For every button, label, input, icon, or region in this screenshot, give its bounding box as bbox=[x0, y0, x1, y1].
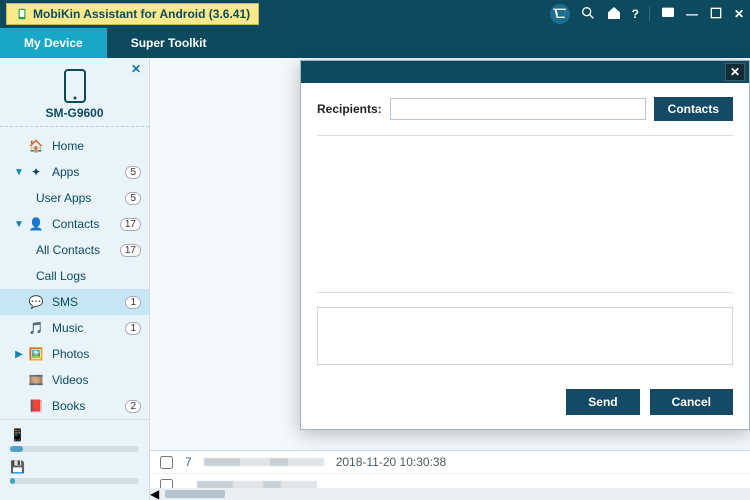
sidebar-item-label: Contacts bbox=[52, 217, 120, 231]
sidebar-item-contacts[interactable]: ▼ 👤 Contacts 17 bbox=[0, 211, 149, 237]
tab-super-toolkit[interactable]: Super Toolkit bbox=[107, 28, 231, 58]
sidebar-item-user-apps[interactable]: User Apps 5 bbox=[0, 185, 149, 211]
books-icon: 📕 bbox=[26, 399, 46, 413]
cancel-button[interactable]: Cancel bbox=[650, 389, 733, 415]
titlebar-separator bbox=[649, 7, 650, 21]
scroll-left-icon[interactable]: ◀ bbox=[150, 487, 159, 500]
videos-icon: 🎞️ bbox=[26, 373, 46, 387]
cart-icon[interactable] bbox=[550, 4, 570, 24]
content-pane: Connect via WIFI 🔍 11-26 17:20:02 [1] ✕ bbox=[150, 58, 750, 500]
sidebar-item-music[interactable]: 🎵 Music 1 bbox=[0, 315, 149, 341]
sidebar-item-label: Videos bbox=[52, 373, 141, 387]
sms-icon: 💬 bbox=[26, 295, 46, 309]
home-top-icon[interactable] bbox=[606, 5, 622, 24]
sidebar-item-label: SMS bbox=[52, 295, 125, 309]
count-badge: 5 bbox=[125, 166, 141, 179]
app-title: MobiKin Assistant for Android (3.6.41) bbox=[33, 7, 250, 21]
sidebar-item-books[interactable]: 📕 Books 2 bbox=[0, 393, 149, 419]
main-area: ✕ SM-G9600 🏠 Home ▼ ✦ Apps 5 User Apps 5… bbox=[0, 58, 750, 500]
sidebar-item-call-logs[interactable]: Call Logs bbox=[0, 263, 149, 289]
row-checkbox[interactable] bbox=[160, 456, 173, 469]
device-close-icon[interactable]: ✕ bbox=[131, 62, 141, 76]
storage-bar-sd bbox=[10, 478, 139, 484]
recipients-input[interactable] bbox=[390, 98, 646, 120]
contacts-button[interactable]: Contacts bbox=[654, 97, 733, 121]
help-icon[interactable]: ? bbox=[632, 7, 639, 21]
sd-storage-icon: 💾 bbox=[10, 460, 25, 474]
dialog-footer: Send Cancel bbox=[301, 379, 749, 429]
titlebar: MobiKin Assistant for Android (3.6.41) ?… bbox=[0, 0, 750, 28]
row-index: 7 bbox=[185, 455, 192, 469]
recipients-label: Recipients: bbox=[317, 102, 382, 116]
sidebar-item-label: Call Logs bbox=[36, 269, 141, 283]
storage-bar-internal bbox=[10, 446, 139, 452]
sidebar-item-home[interactable]: 🏠 Home bbox=[0, 133, 149, 159]
count-badge: 17 bbox=[120, 244, 141, 257]
sidebar-item-label: Music bbox=[52, 321, 125, 335]
chevron-down-icon: ▼ bbox=[14, 219, 24, 230]
maximize-icon[interactable] bbox=[708, 5, 724, 24]
minimize-icon[interactable]: — bbox=[686, 7, 698, 21]
contacts-icon: 👤 bbox=[26, 217, 46, 231]
divider bbox=[317, 292, 733, 293]
titlebar-controls: ? — ✕ bbox=[550, 4, 744, 24]
row-timestamp: 2018-11-20 10:30:38 bbox=[336, 455, 447, 469]
feedback-icon[interactable] bbox=[660, 5, 676, 24]
scrollbar-thumb[interactable] bbox=[165, 490, 225, 498]
sidebar-item-photos[interactable]: ▶ 🖼️ Photos bbox=[0, 341, 149, 367]
search-top-icon[interactable] bbox=[580, 5, 596, 24]
horizontal-scrollbar[interactable]: ◀ bbox=[150, 488, 750, 500]
new-sms-dialog: ✕ Recipients: Contacts Send Cancel bbox=[300, 60, 750, 430]
divider bbox=[317, 135, 733, 136]
app-logo-icon bbox=[15, 7, 29, 21]
sidebar-item-sms[interactable]: 💬 SMS 1 bbox=[0, 289, 149, 315]
sidebar: ✕ SM-G9600 🏠 Home ▼ ✦ Apps 5 User Apps 5… bbox=[0, 58, 150, 500]
close-app-icon[interactable]: ✕ bbox=[734, 7, 744, 21]
sidebar-item-all-contacts[interactable]: All Contacts 17 bbox=[0, 237, 149, 263]
sidebar-item-videos[interactable]: 🎞️ Videos bbox=[0, 367, 149, 393]
chevron-down-icon: ▼ bbox=[14, 167, 24, 178]
sidebar-item-label: Photos bbox=[52, 347, 141, 361]
device-name: SM-G9600 bbox=[45, 106, 103, 120]
count-badge: 5 bbox=[125, 192, 141, 205]
phone-icon bbox=[61, 68, 89, 104]
tab-my-device[interactable]: My Device bbox=[0, 28, 107, 58]
sidebar-item-label: User Apps bbox=[36, 191, 125, 205]
app-title-badge: MobiKin Assistant for Android (3.6.41) bbox=[6, 3, 259, 25]
phone-storage-icon: 📱 bbox=[10, 428, 25, 442]
music-icon: 🎵 bbox=[26, 321, 46, 335]
message-table: 7 2018-11-20 10:30:38 ◀ bbox=[150, 450, 750, 500]
send-button[interactable]: Send bbox=[566, 389, 639, 415]
count-badge: 1 bbox=[125, 322, 141, 335]
sidebar-item-label: Home bbox=[52, 139, 141, 153]
sidebar-item-label: Apps bbox=[52, 165, 125, 179]
device-box[interactable]: ✕ SM-G9600 bbox=[0, 58, 149, 127]
main-tabs: My Device Super Toolkit bbox=[0, 28, 750, 58]
apps-icon: ✦ bbox=[26, 165, 46, 179]
dialog-header: ✕ bbox=[301, 61, 749, 83]
count-badge: 2 bbox=[125, 400, 141, 413]
table-row[interactable]: 7 2018-11-20 10:30:38 bbox=[150, 451, 750, 474]
sidebar-item-label: Books bbox=[52, 399, 125, 413]
recipients-row: Recipients: Contacts bbox=[317, 97, 733, 121]
redacted-text bbox=[204, 458, 324, 466]
photos-icon: 🖼️ bbox=[26, 347, 46, 361]
chevron-right-icon: ▶ bbox=[14, 349, 24, 360]
close-icon[interactable]: ✕ bbox=[725, 63, 745, 81]
dialog-body: Recipients: Contacts bbox=[301, 83, 749, 379]
home-icon: 🏠 bbox=[26, 139, 46, 153]
sidebar-item-label: All Contacts bbox=[36, 243, 120, 257]
count-badge: 17 bbox=[120, 218, 141, 231]
message-textarea[interactable] bbox=[317, 307, 733, 365]
sidebar-nav: 🏠 Home ▼ ✦ Apps 5 User Apps 5 ▼ 👤 Contac… bbox=[0, 127, 149, 419]
sidebar-item-apps[interactable]: ▼ ✦ Apps 5 bbox=[0, 159, 149, 185]
count-badge: 1 bbox=[125, 296, 141, 309]
storage-meter: 📱 💾 bbox=[0, 419, 149, 500]
